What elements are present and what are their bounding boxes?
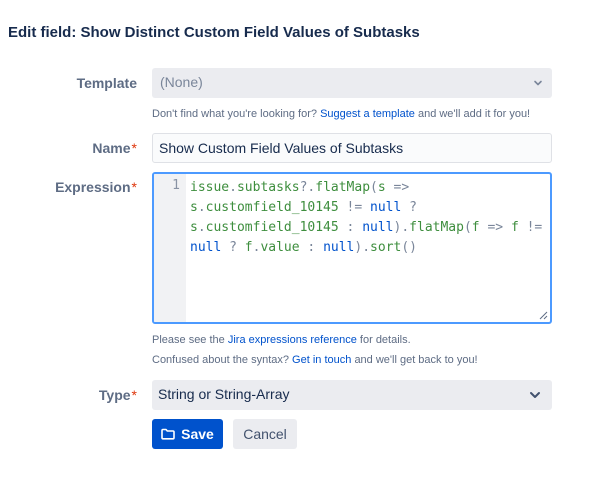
- chevron-down-icon: [530, 392, 540, 398]
- template-help: Don't find what you're looking for? Sugg…: [152, 108, 531, 120]
- expression-code[interactable]: issue.subtasks?.flatMap(s => s.customfiel…: [190, 178, 544, 258]
- resize-handle-icon[interactable]: [539, 311, 548, 320]
- dialog-title: Edit field: Show Distinct Custom Field V…: [8, 24, 420, 41]
- name-input[interactable]: Show Custom Field Values of Subtasks: [152, 133, 552, 163]
- code-line: issue.subtasks?.flatMap(s =>: [190, 180, 410, 195]
- template-label: Template: [76, 75, 137, 91]
- get-in-touch-link[interactable]: Get in touch: [292, 354, 351, 366]
- save-button[interactable]: Save: [152, 419, 223, 449]
- jira-expressions-reference-link[interactable]: Jira expressions reference: [228, 334, 357, 346]
- type-select[interactable]: String or String-Array: [152, 380, 552, 410]
- template-select: (None): [152, 68, 552, 98]
- expression-editor[interactable]: 1 issue.subtasks?.flatMap(s => s.customfi…: [152, 172, 552, 324]
- expression-help-contact: Confused about the syntax? Get in touch …: [152, 354, 478, 366]
- type-label: Type*: [98, 387, 137, 403]
- line-number-gutter: 1: [154, 174, 186, 322]
- code-line: s.customfield_10145 : null).flatMap(f =>…: [190, 220, 543, 235]
- chevron-down-icon: [534, 80, 542, 86]
- expression-help-reference: Please see the Jira expressions referenc…: [152, 334, 411, 346]
- code-line: null ? f.value : null).sort(): [190, 240, 418, 255]
- name-label: Name*: [92, 140, 137, 156]
- save-button-label: Save: [181, 426, 214, 442]
- template-select-value: (None): [160, 74, 203, 90]
- expression-label: Expression*: [55, 179, 137, 195]
- suggest-template-link[interactable]: Suggest a template: [320, 108, 415, 120]
- folder-icon: [161, 428, 175, 440]
- cancel-button[interactable]: Cancel: [233, 419, 297, 449]
- code-line: s.customfield_10145 != null ?: [190, 200, 417, 215]
- type-select-value: String or String-Array: [158, 386, 290, 402]
